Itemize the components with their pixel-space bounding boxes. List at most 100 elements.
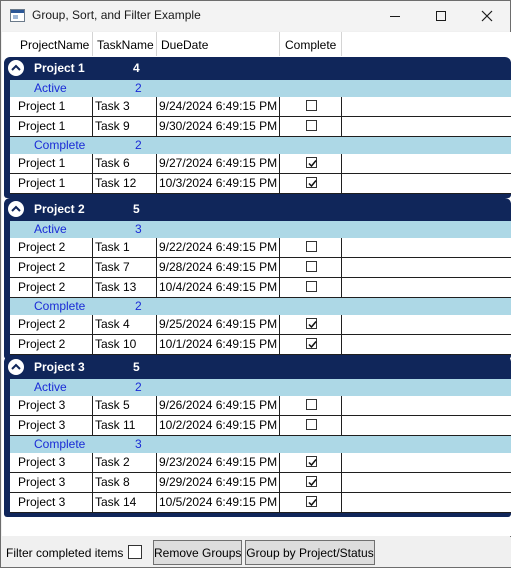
column-header-complete[interactable]: Complete — [280, 32, 342, 56]
complete-checkbox[interactable] — [306, 476, 317, 487]
cell-complete[interactable] — [280, 453, 342, 472]
collapse-group-button[interactable] — [8, 60, 24, 76]
complete-checkbox[interactable] — [306, 281, 317, 292]
cell-task-name[interactable]: Task 2 — [93, 453, 157, 472]
complete-checkbox[interactable] — [306, 120, 317, 131]
cell-complete[interactable] — [280, 154, 342, 173]
cell-due-date[interactable]: 9/30/2024 6:49:15 PM — [157, 117, 280, 136]
collapse-group-button[interactable] — [8, 201, 24, 217]
cell-due-date[interactable]: 9/26/2024 6:49:15 PM — [157, 396, 280, 415]
table-row[interactable]: Project 2 Task 4 9/25/2024 6:49:15 PM — [10, 315, 511, 335]
complete-checkbox[interactable] — [306, 419, 317, 430]
cell-due-date[interactable]: 9/28/2024 6:49:15 PM — [157, 258, 280, 277]
table-row[interactable]: Project 1 Task 3 9/24/2024 6:49:15 PM — [10, 97, 511, 117]
subgroup-count: 3 — [135, 437, 142, 451]
table-row[interactable]: Project 3 Task 11 10/2/2024 6:49:15 PM — [10, 416, 511, 436]
table-row[interactable]: Project 2 Task 1 9/22/2024 6:49:15 PM — [10, 238, 511, 258]
cell-complete[interactable] — [280, 238, 342, 257]
complete-checkbox[interactable] — [306, 241, 317, 252]
cell-complete[interactable] — [280, 416, 342, 435]
checkmark-icon — [308, 321, 317, 329]
column-header-duedate[interactable]: DueDate — [157, 32, 280, 56]
minimize-button[interactable] — [372, 1, 418, 31]
cell-due-date[interactable]: 10/1/2024 6:49:15 PM — [157, 335, 280, 354]
cell-project-name[interactable]: Project 1 — [16, 117, 93, 136]
cell-project-name[interactable]: Project 2 — [16, 278, 93, 297]
complete-checkbox[interactable] — [306, 261, 317, 272]
complete-checkbox[interactable] — [306, 157, 317, 168]
cell-task-name[interactable]: Task 7 — [93, 258, 157, 277]
cell-due-date[interactable]: 10/4/2024 6:49:15 PM — [157, 278, 280, 297]
cell-complete[interactable] — [280, 278, 342, 297]
cell-due-date[interactable]: 9/24/2024 6:49:15 PM — [157, 97, 280, 116]
cell-project-name[interactable]: Project 2 — [16, 335, 93, 354]
table-row[interactable]: Project 3 Task 8 9/29/2024 6:49:15 PM — [10, 473, 511, 493]
cell-project-name[interactable]: Project 1 — [16, 174, 93, 193]
cell-task-name[interactable]: Task 13 — [93, 278, 157, 297]
cell-due-date[interactable]: 10/3/2024 6:49:15 PM — [157, 174, 280, 193]
cell-task-name[interactable]: Task 14 — [93, 493, 157, 512]
cell-due-date[interactable]: 10/5/2024 6:49:15 PM — [157, 493, 280, 512]
remove-groups-button[interactable]: Remove Groups — [153, 540, 242, 565]
maximize-button[interactable] — [418, 1, 464, 31]
cell-project-name[interactable]: Project 2 — [16, 315, 93, 334]
task-data-grid[interactable]: ProjectName TaskName DueDate Complete Pr… — [2, 32, 511, 536]
cell-complete[interactable] — [280, 174, 342, 193]
table-row[interactable]: Project 2 Task 13 10/4/2024 6:49:15 PM — [10, 278, 511, 298]
complete-checkbox[interactable] — [306, 100, 317, 111]
cell-task-name[interactable]: Task 9 — [93, 117, 157, 136]
cell-task-name[interactable]: Task 1 — [93, 238, 157, 257]
cell-task-name[interactable]: Task 10 — [93, 335, 157, 354]
cell-complete[interactable] — [280, 258, 342, 277]
cell-project-name[interactable]: Project 3 — [16, 473, 93, 492]
column-header-projectname[interactable]: ProjectName — [16, 32, 93, 56]
cell-project-name[interactable]: Project 1 — [16, 97, 93, 116]
cell-due-date[interactable]: 10/2/2024 6:49:15 PM — [157, 416, 280, 435]
cell-complete[interactable] — [280, 97, 342, 116]
cell-due-date[interactable]: 9/22/2024 6:49:15 PM — [157, 238, 280, 257]
table-row[interactable]: Project 3 Task 2 9/23/2024 6:49:15 PM — [10, 453, 511, 473]
cell-project-name[interactable]: Project 3 — [16, 416, 93, 435]
cell-task-name[interactable]: Task 8 — [93, 473, 157, 492]
close-button[interactable] — [464, 1, 510, 31]
table-row[interactable]: Project 1 Task 12 10/3/2024 6:49:15 PM — [10, 174, 511, 194]
cell-task-name[interactable]: Task 11 — [93, 416, 157, 435]
complete-checkbox[interactable] — [306, 177, 317, 188]
cell-due-date[interactable]: 9/23/2024 6:49:15 PM — [157, 453, 280, 472]
table-row[interactable]: Project 3 Task 5 9/26/2024 6:49:15 PM — [10, 396, 511, 416]
cell-project-name[interactable]: Project 3 — [16, 453, 93, 472]
cell-project-name[interactable]: Project 3 — [16, 396, 93, 415]
cell-complete[interactable] — [280, 493, 342, 512]
cell-task-name[interactable]: Task 6 — [93, 154, 157, 173]
group-by-project-status-button[interactable]: Group by Project/Status — [245, 540, 375, 565]
cell-project-name[interactable]: Project 3 — [16, 493, 93, 512]
complete-checkbox[interactable] — [306, 318, 317, 329]
column-header-taskname[interactable]: TaskName — [93, 32, 157, 56]
filter-completed-checkbox[interactable] — [128, 545, 142, 559]
table-row[interactable]: Project 1 Task 6 9/27/2024 6:49:15 PM — [10, 154, 511, 174]
cell-due-date[interactable]: 9/29/2024 6:49:15 PM — [157, 473, 280, 492]
complete-checkbox[interactable] — [306, 338, 317, 349]
cell-due-date[interactable]: 9/27/2024 6:49:15 PM — [157, 154, 280, 173]
cell-task-name[interactable]: Task 12 — [93, 174, 157, 193]
complete-checkbox[interactable] — [306, 496, 317, 507]
table-row[interactable]: Project 1 Task 9 9/30/2024 6:49:15 PM — [10, 117, 511, 137]
cell-complete[interactable] — [280, 335, 342, 354]
cell-project-name[interactable]: Project 1 — [16, 154, 93, 173]
table-row[interactable]: Project 2 Task 10 10/1/2024 6:49:15 PM — [10, 335, 511, 355]
complete-checkbox[interactable] — [306, 456, 317, 467]
cell-task-name[interactable]: Task 3 — [93, 97, 157, 116]
cell-task-name[interactable]: Task 4 — [93, 315, 157, 334]
table-row[interactable]: Project 3 Task 14 10/5/2024 6:49:15 PM — [10, 493, 511, 513]
cell-project-name[interactable]: Project 2 — [16, 238, 93, 257]
cell-complete[interactable] — [280, 396, 342, 415]
cell-complete[interactable] — [280, 117, 342, 136]
cell-project-name[interactable]: Project 2 — [16, 258, 93, 277]
cell-complete[interactable] — [280, 473, 342, 492]
collapse-group-button[interactable] — [8, 359, 24, 375]
table-row[interactable]: Project 2 Task 7 9/28/2024 6:49:15 PM — [10, 258, 511, 278]
cell-task-name[interactable]: Task 5 — [93, 396, 157, 415]
cell-due-date[interactable]: 9/25/2024 6:49:15 PM — [157, 315, 280, 334]
complete-checkbox[interactable] — [306, 399, 317, 410]
cell-complete[interactable] — [280, 315, 342, 334]
